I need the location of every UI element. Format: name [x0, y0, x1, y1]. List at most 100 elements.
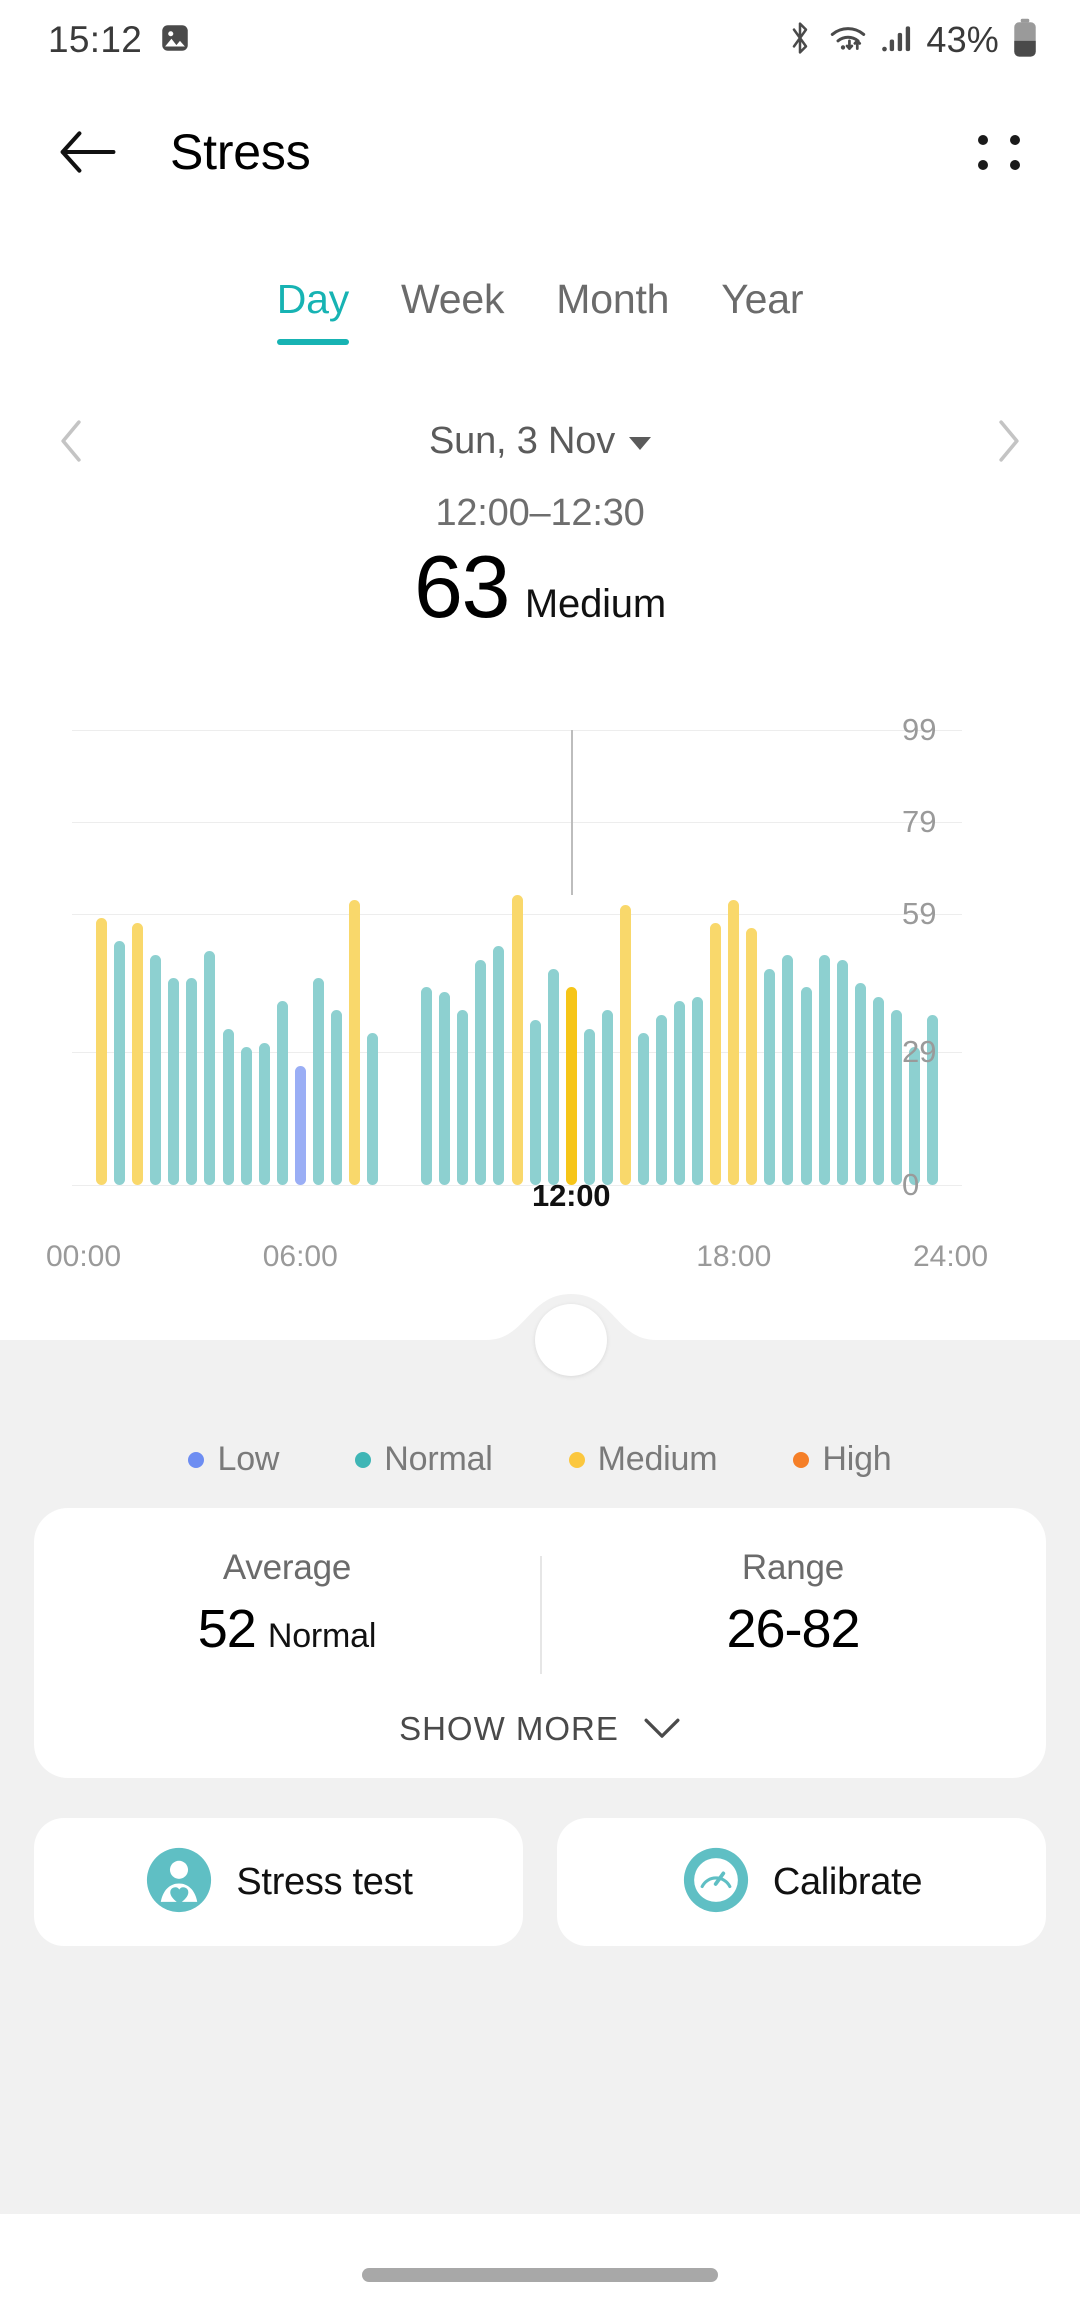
tab-year[interactable]: Year — [695, 272, 829, 345]
chart-bar[interactable] — [439, 991, 451, 1185]
summary-card: Average 52 Normal Range 26-82 SHOW MORE — [34, 1508, 1046, 1778]
chart-bar[interactable] — [764, 969, 776, 1185]
chart-bar[interactable] — [258, 1042, 270, 1185]
chart-bar[interactable] — [330, 1010, 342, 1185]
four-dot-menu-icon — [978, 134, 1020, 170]
show-more-button[interactable]: SHOW MORE — [34, 1710, 1046, 1748]
chart-bar[interactable] — [421, 987, 433, 1185]
x-tick-0600: 06:00 — [262, 1240, 338, 1273]
chart-bar[interactable] — [656, 1014, 667, 1185]
chart-bar[interactable] — [312, 978, 324, 1185]
chart-bar[interactable] — [96, 918, 108, 1185]
chart-bar[interactable] — [348, 900, 360, 1185]
chart-bar[interactable] — [800, 987, 812, 1185]
chart-bar[interactable] — [674, 1001, 686, 1185]
chart-bar[interactable] — [529, 1019, 541, 1185]
chart-bar[interactable] — [583, 1028, 595, 1185]
chart-bar[interactable] — [186, 978, 198, 1185]
reading-level: Medium — [524, 582, 666, 626]
date-navigator: Sun, 3 Nov — [0, 396, 1080, 486]
chart-scrubber-handle[interactable] — [535, 1304, 608, 1376]
stress-chart[interactable]: 0 29 59 79 99 00:00 06:00 18:00 24:00 12:00 — [0, 700, 1080, 1320]
legend-label-normal: Normal — [384, 1440, 493, 1478]
chart-bar[interactable] — [854, 982, 866, 1185]
tab-month[interactable]: Month — [530, 272, 695, 345]
stress-test-label: Stress test — [236, 1860, 413, 1903]
chart-bar[interactable] — [890, 1010, 902, 1185]
chart-bar[interactable] — [728, 900, 740, 1185]
show-more-label: SHOW MORE — [399, 1710, 619, 1747]
chart-bar[interactable] — [836, 959, 848, 1185]
system-nav-strip — [0, 2214, 1080, 2316]
range-value: 26-82 — [726, 1599, 860, 1659]
legend-dot-medium — [568, 1451, 585, 1468]
home-indicator[interactable] — [362, 2268, 718, 2282]
chart-bar[interactable] — [132, 923, 144, 1185]
chart-selected-time-label: 12:00 — [532, 1178, 611, 1213]
legend-dot-high — [793, 1451, 810, 1468]
chart-bar[interactable] — [222, 1028, 234, 1185]
bluetooth-icon — [785, 20, 815, 61]
date-selector[interactable]: Sun, 3 Nov — [429, 420, 651, 463]
period-tabs: Day Week Month Year — [0, 272, 1080, 345]
average-label: Average — [222, 1548, 352, 1587]
app-header: Stress — [0, 96, 1080, 208]
chart-bar[interactable] — [872, 996, 884, 1185]
legend-label-high: High — [822, 1440, 892, 1478]
previous-day-button[interactable] — [34, 404, 108, 478]
y-tick-59: 59 — [902, 895, 937, 931]
chart-bar[interactable] — [493, 946, 505, 1185]
tab-day[interactable]: Day — [251, 272, 375, 345]
reading-value: 63 — [414, 537, 510, 636]
x-tick-0000: 00:00 — [45, 1240, 122, 1273]
chart-bar[interactable] — [150, 955, 162, 1185]
chart-bar[interactable] — [818, 955, 830, 1185]
chart-bar[interactable] — [710, 923, 722, 1185]
legend-label-low: Low — [217, 1440, 280, 1478]
y-tick-79: 79 — [902, 803, 937, 839]
back-button[interactable] — [52, 117, 122, 187]
chart-bar[interactable] — [511, 895, 523, 1185]
chart-bar[interactable] — [457, 1010, 469, 1185]
chart-bar[interactable] — [565, 987, 577, 1185]
stress-detail-screen: 15:12 43% Stress Day Week Month Year Sun… — [0, 0, 1080, 2316]
current-date-label: Sun, 3 Nov — [429, 419, 615, 462]
chart-bar[interactable] — [601, 1010, 613, 1185]
chart-bar[interactable] — [547, 969, 559, 1185]
chart-bar[interactable] — [204, 950, 216, 1185]
chart-bar[interactable] — [114, 941, 126, 1185]
gauge-icon — [681, 1845, 751, 1920]
chart-scrub-line — [571, 730, 574, 896]
y-tick-29: 29 — [902, 1033, 937, 1069]
chart-bar[interactable] — [619, 904, 631, 1185]
chevron-down-icon — [644, 1718, 680, 1738]
chart-bar[interactable] — [782, 955, 794, 1185]
status-bar: 15:12 43% — [0, 0, 1080, 80]
chart-bar[interactable] — [240, 1047, 252, 1185]
chart-bar[interactable] — [746, 927, 758, 1185]
chart-bar[interactable] — [637, 1033, 649, 1185]
chart-bar[interactable] — [276, 1001, 288, 1185]
chart-bar[interactable] — [475, 959, 487, 1185]
stress-level-legend: Low Normal Medium High — [0, 1440, 1080, 1479]
x-tick-1800: 18:00 — [696, 1240, 772, 1273]
y-tick-0: 0 — [902, 1167, 920, 1202]
chart-bar[interactable] — [692, 996, 704, 1185]
calibrate-button[interactable]: Calibrate — [557, 1818, 1046, 1946]
stress-test-button[interactable]: Stress test — [34, 1818, 523, 1946]
wifi-icon — [828, 20, 868, 61]
status-bar-right: 43% — [785, 18, 1038, 63]
page-title: Stress — [170, 124, 311, 180]
chart-bar[interactable] — [367, 1033, 378, 1185]
overflow-menu-button[interactable] — [962, 115, 1036, 189]
legend-item-low: Low — [188, 1440, 279, 1479]
next-day-button[interactable] — [972, 404, 1046, 478]
calibrate-label: Calibrate — [772, 1860, 923, 1903]
chart-bar[interactable] — [294, 1065, 306, 1185]
chart-bar[interactable] — [168, 978, 180, 1185]
tab-week[interactable]: Week — [375, 272, 530, 345]
range-stat: Range 26-82 — [540, 1548, 1046, 1656]
summary-divider — [540, 1556, 542, 1674]
battery-percentage: 43% — [926, 19, 999, 60]
cellular-signal-icon — [881, 22, 913, 59]
